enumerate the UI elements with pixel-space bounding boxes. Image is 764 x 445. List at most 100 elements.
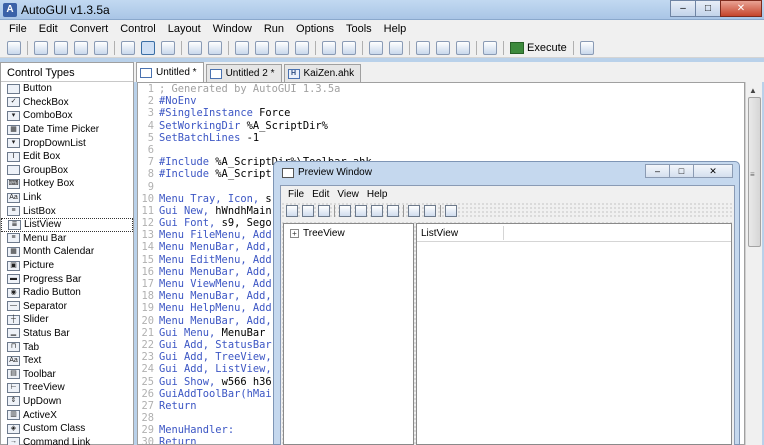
code-line[interactable]: 4 SetWorkingDir %A_ScriptDir% (138, 120, 744, 132)
save-all-icon[interactable] (94, 40, 108, 55)
execute-button[interactable]: Execute (510, 41, 567, 54)
code-line[interactable]: 5 SetBatchLines -1 (138, 132, 744, 144)
properties-icon[interactable] (121, 40, 135, 55)
align-bottom-icon[interactable] (295, 40, 309, 55)
fit-icon[interactable] (456, 40, 470, 55)
tree-node[interactable]: + TreeView (290, 228, 345, 239)
preview-treeview[interactable]: + TreeView (283, 223, 414, 445)
save-icon[interactable] (302, 204, 314, 217)
preview-window[interactable]: Preview Window – □ ✕ File Edit View Help (273, 161, 740, 445)
code-line[interactable]: 6 (138, 144, 744, 156)
maximize-button[interactable]: □ (695, 0, 721, 17)
open-folder-icon[interactable] (286, 204, 298, 217)
listview-column-header[interactable]: ListView (417, 224, 731, 242)
menu-convert[interactable]: Convert (64, 23, 115, 35)
window-mode-icon[interactable] (161, 40, 175, 55)
help-icon[interactable] (445, 204, 457, 217)
menu-control[interactable]: Control (114, 23, 161, 35)
expand-icon[interactable]: + (290, 229, 299, 238)
control-type-item[interactable]: ▾ DropDownList (1, 136, 133, 150)
control-type-item[interactable]: ⇕ UpDown (1, 395, 133, 409)
preview-listview[interactable]: ListView (416, 223, 732, 445)
preview-menu-file[interactable]: File (284, 189, 308, 200)
stretch-vertical-icon[interactable] (436, 40, 450, 55)
preview-maximize-button[interactable]: □ (669, 164, 694, 178)
back-icon[interactable] (408, 204, 420, 217)
grid-icon[interactable] (188, 40, 202, 55)
code-line[interactable]: 1 ; Generated by AutoGUI 1.3.5a (138, 83, 744, 95)
export-icon[interactable] (339, 204, 351, 217)
list-icon[interactable] (387, 204, 399, 217)
align-right-icon[interactable] (255, 40, 269, 55)
control-type-item[interactable]: ⌨ Hotkey Box (1, 177, 133, 191)
execute-icon (510, 41, 524, 54)
menu-help[interactable]: Help (378, 23, 413, 35)
menu-edit[interactable]: Edit (33, 23, 64, 35)
minimize-button[interactable]: – (670, 0, 696, 17)
control-type-item[interactable]: Aa Link (1, 191, 133, 205)
control-type-item[interactable]: ▁ Status Bar (1, 327, 133, 341)
control-type-item[interactable]: Button (1, 82, 133, 96)
control-type-item[interactable]: ◉ Radio Button (1, 286, 133, 300)
control-type-item[interactable]: ≡ Menu Bar (1, 232, 133, 246)
print-icon[interactable] (318, 204, 330, 217)
control-type-item[interactable]: ┼ Slider (1, 313, 133, 327)
control-type-item[interactable]: → Command Link (1, 435, 133, 445)
preview-window-icon[interactable] (483, 40, 497, 55)
tab-kaizen[interactable]: H KaiZen.ahk (283, 64, 362, 82)
control-type-item[interactable]: ≡ ListBox (1, 204, 133, 218)
save-icon[interactable] (74, 40, 88, 55)
control-type-item[interactable]: ▤ Toolbar (1, 367, 133, 381)
editor-vertical-scrollbar[interactable]: ▲ ≡ (745, 82, 762, 445)
menu-file[interactable]: File (3, 23, 33, 35)
control-type-item[interactable]: ▬ Progress Bar (1, 272, 133, 286)
control-type-item[interactable]: ⊢ TreeView (1, 381, 133, 395)
control-type-item[interactable]: ◈ Custom Class (1, 422, 133, 436)
control-type-item[interactable]: ▦ Month Calendar (1, 245, 133, 259)
control-type-item[interactable]: ▾ ComboBox (1, 109, 133, 123)
stretch-horizontal-icon[interactable] (416, 40, 430, 55)
new-gui-icon[interactable] (7, 40, 21, 55)
design-mode-icon[interactable] (141, 40, 155, 55)
control-type-item[interactable]: ⊓ Tab (1, 340, 133, 354)
menu-tools[interactable]: Tools (340, 23, 378, 35)
close-button[interactable]: ✕ (720, 0, 762, 17)
check-icon[interactable] (371, 204, 383, 217)
scroll-up-icon[interactable]: ▲ (749, 86, 757, 95)
control-type-item[interactable]: ✓ CheckBox (1, 96, 133, 110)
new-file-icon[interactable] (34, 40, 48, 55)
menu-run[interactable]: Run (258, 23, 290, 35)
center-horizontal-icon[interactable] (322, 40, 336, 55)
refresh-icon[interactable] (355, 204, 367, 217)
tab-untitled-2[interactable]: Untitled 2 * (205, 64, 282, 82)
align-top-icon[interactable] (275, 40, 289, 55)
center-vertical-icon[interactable] (342, 40, 356, 55)
column-divider[interactable] (503, 226, 504, 240)
snap-icon[interactable] (208, 40, 222, 55)
control-type-item[interactable]: I Edit Box (1, 150, 133, 164)
tab-untitled[interactable]: Untitled * (136, 62, 204, 82)
control-type-item[interactable]: ▦ Date Time Picker (1, 123, 133, 137)
menu-layout[interactable]: Layout (162, 23, 207, 35)
code-line[interactable]: 3 #SingleInstance Force (138, 107, 744, 119)
preview-menu-help[interactable]: Help (363, 189, 392, 200)
control-type-item[interactable]: ▥ ActiveX (1, 408, 133, 422)
preview-close-button[interactable]: ✕ (693, 164, 733, 178)
sync-icon[interactable] (424, 204, 436, 217)
menu-window[interactable]: Window (207, 23, 258, 35)
same-height-icon[interactable] (389, 40, 403, 55)
control-type-item[interactable]: GroupBox (1, 164, 133, 178)
control-type-item[interactable]: ≣ ListView (1, 217, 133, 232)
preview-minimize-button[interactable]: – (645, 164, 670, 178)
align-left-icon[interactable] (235, 40, 249, 55)
code-line[interactable]: 2 #NoEnv (138, 95, 744, 107)
preview-menu-edit[interactable]: Edit (308, 189, 333, 200)
menu-options[interactable]: Options (290, 23, 340, 35)
preview-menu-view[interactable]: View (333, 189, 363, 200)
control-type-item[interactable]: ▣ Picture (1, 259, 133, 273)
open-folder-icon[interactable] (54, 40, 68, 55)
control-type-item[interactable]: — Separator (1, 300, 133, 314)
same-width-icon[interactable] (369, 40, 383, 55)
settings-icon[interactable] (579, 40, 594, 55)
control-type-item[interactable]: Aa Text (1, 354, 133, 368)
